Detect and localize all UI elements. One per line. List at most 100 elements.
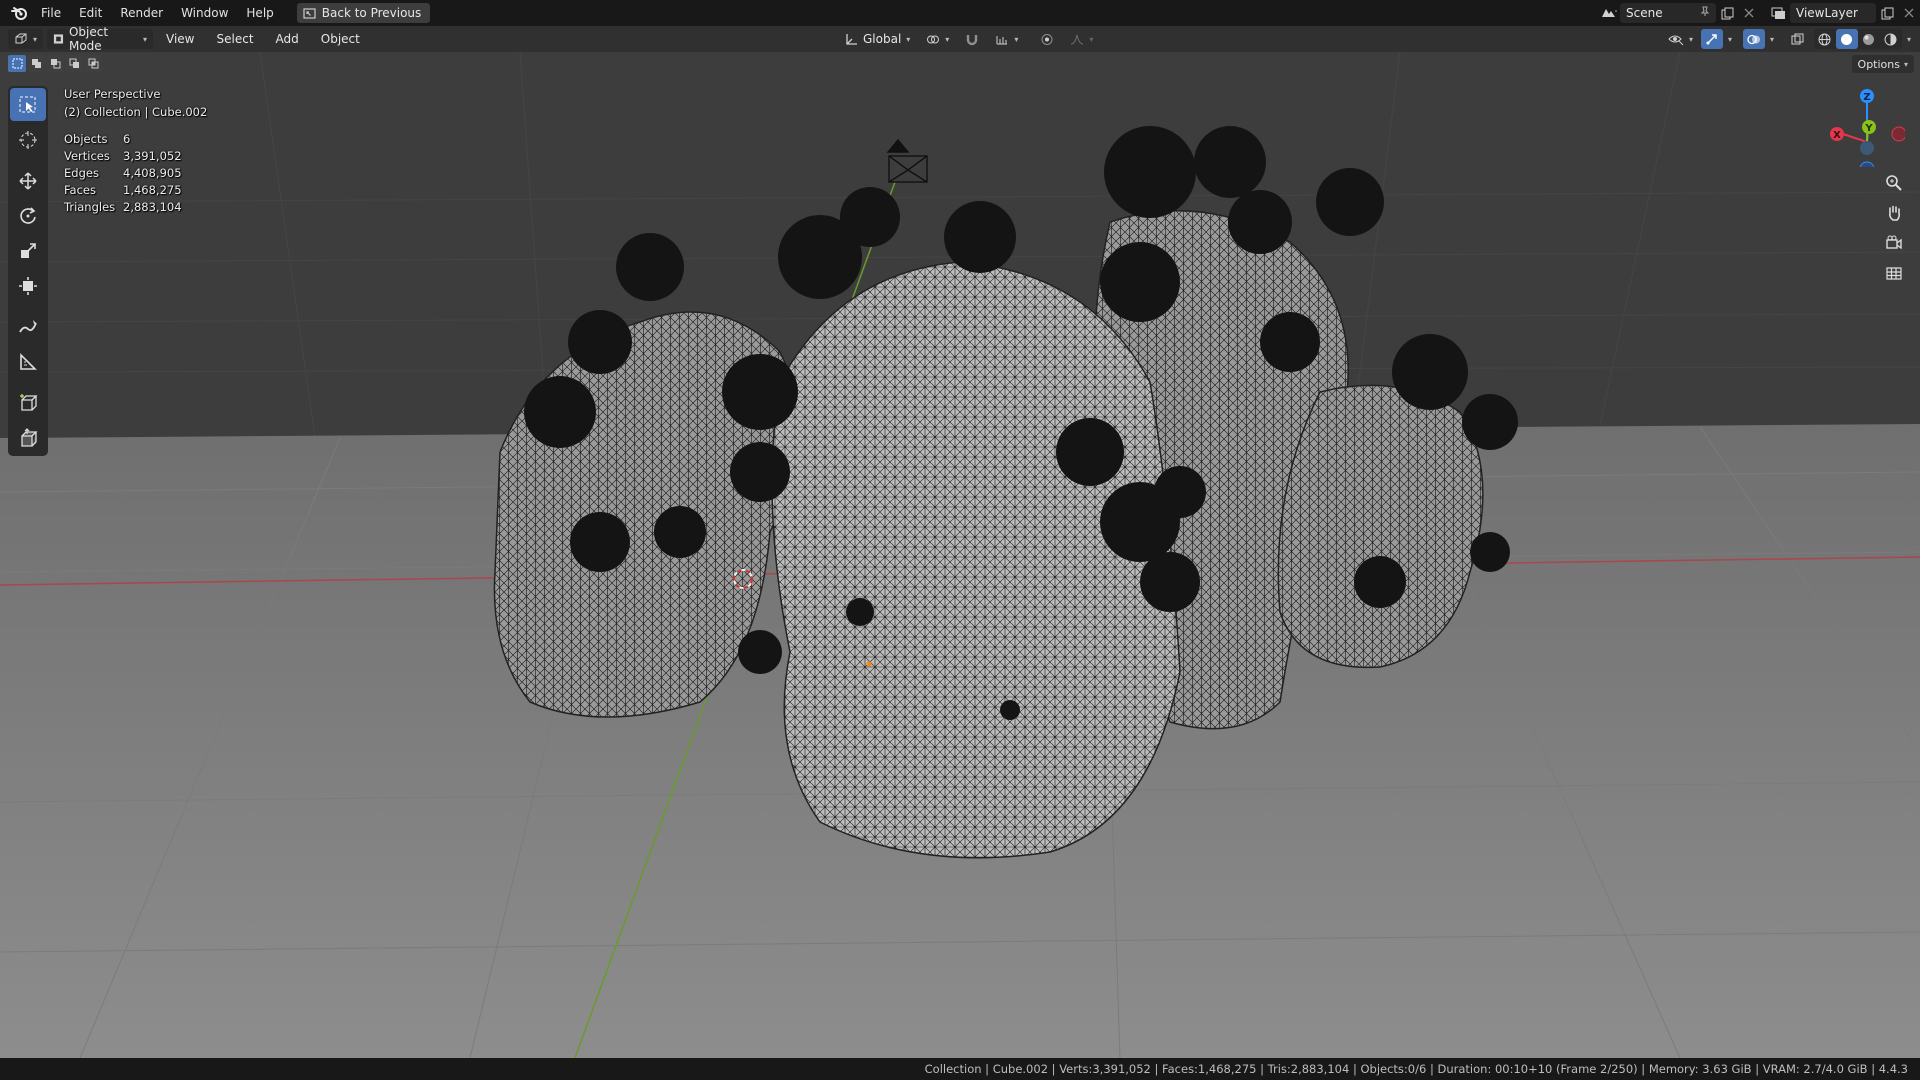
select-invert-icon[interactable] — [65, 55, 83, 72]
cursor-tool-icon[interactable] — [10, 123, 46, 156]
viewport-info-overlay: User Perspective (2) Collection | Cube.0… — [64, 85, 207, 216]
orthographic-toggle-icon[interactable] — [1880, 259, 1908, 287]
overlays-toggle[interactable] — [1742, 29, 1765, 49]
menu-help[interactable]: Help — [237, 2, 282, 24]
scale-tool-icon[interactable] — [10, 234, 46, 267]
top-menu-bar: File Edit Render Window Help Back to Pre… — [0, 0, 1920, 26]
falloff-curve-icon — [1071, 34, 1084, 44]
object-mode-icon — [53, 34, 64, 44]
active-object-label: (2) Collection | Cube.002 — [64, 105, 208, 119]
add-cube-tool-icon[interactable] — [10, 386, 46, 419]
gizmo-z-label: Z — [1863, 92, 1870, 103]
options-label: Options — [1857, 57, 1900, 71]
transform-orientation-dropdown[interactable]: Global ▾ — [838, 29, 916, 49]
snap-toggle[interactable] — [959, 29, 985, 49]
annotate-tool-icon[interactable] — [10, 310, 46, 343]
eye-selectable-icon — [1668, 35, 1684, 45]
navigation-gizmo[interactable]: Z X Y — [1825, 82, 1905, 167]
transform-orientation-label: Global — [863, 32, 902, 46]
viewport-display-controls: ▾ ▾ ▾ ▾ — [1662, 29, 1914, 49]
snap-target-dropdown[interactable]: ▾ — [989, 29, 1024, 49]
select-box-tool-icon[interactable] — [10, 88, 46, 121]
gizmo-x-label: X — [1833, 130, 1841, 141]
pivot-point-icon — [927, 35, 940, 43]
delete-scene-icon[interactable] — [1738, 3, 1760, 23]
viewlayer-name: ViewLayer — [1796, 6, 1858, 20]
material-preview-shading-icon[interactable] — [1858, 29, 1880, 49]
select-intersect-icon[interactable] — [84, 55, 102, 72]
shading-dropdown[interactable]: ▾ — [1904, 29, 1914, 49]
status-bar-text: Collection | Cube.002 | Verts:3,391,052 … — [924, 1062, 1908, 1076]
solid-shading-icon[interactable] — [1835, 29, 1858, 49]
scene-name: Scene — [1626, 6, 1663, 20]
viewlayer-name-field[interactable]: ViewLayer — [1790, 3, 1876, 23]
select-subtract-icon[interactable] — [46, 55, 64, 72]
tool-shelf — [8, 86, 48, 456]
main-menu: File Edit Render Window Help Back to Pre… — [6, 0, 431, 26]
status-bar: Collection | Cube.002 | Verts:3,391,052 … — [0, 1058, 1920, 1080]
new-scene-icon[interactable] — [1716, 3, 1738, 23]
proportional-editing-toggle[interactable] — [1034, 29, 1060, 49]
gizmo-y-label: Y — [1864, 123, 1873, 134]
delete-viewlayer-icon[interactable] — [1898, 3, 1920, 23]
wireframe-shading-icon[interactable] — [1814, 29, 1836, 49]
object-mode-dropdown[interactable]: Object Mode ▾ — [47, 25, 154, 53]
rendered-shading-icon[interactable] — [1880, 29, 1902, 49]
header-menu-select[interactable]: Select — [208, 29, 263, 49]
select-new-icon[interactable] — [8, 55, 26, 72]
menu-file[interactable]: File — [32, 2, 70, 24]
gizmo-dropdown[interactable]: ▾ — [1725, 29, 1735, 49]
object-origin — [866, 661, 872, 667]
overlays-icon — [1747, 34, 1760, 44]
scene-browse-icon[interactable] — [1598, 3, 1620, 23]
shading-mode-group — [1813, 29, 1902, 49]
extrude-tool-icon[interactable] — [10, 421, 46, 454]
overlays-dropdown[interactable]: ▾ — [1767, 29, 1777, 49]
header-menu-view[interactable]: View — [157, 29, 203, 49]
fullscreen-back-icon — [303, 7, 316, 19]
object-visibility-dropdown[interactable]: ▾ — [1662, 29, 1699, 49]
header-left: ▾ Object Mode ▾ View Select Add Object — [8, 25, 369, 53]
camera-view-icon[interactable] — [1880, 229, 1908, 257]
viewport-header: ▾ Object Mode ▾ View Select Add Object G… — [0, 25, 1920, 53]
proportional-falloff-dropdown[interactable]: ▾ — [1064, 29, 1099, 49]
blender-logo-icon[interactable] — [6, 0, 32, 26]
workspace-selectors: Scene ViewLayer — [1598, 0, 1920, 26]
stat-vertices: Vertices 3,391,052 — [64, 149, 182, 163]
stat-triangles: Triangles 2,883,104 — [64, 200, 182, 214]
xray-toggle[interactable] — [1787, 29, 1808, 49]
transform-tool-icon[interactable] — [10, 269, 46, 302]
pivot-point-dropdown[interactable]: ▾ — [920, 29, 955, 49]
view-perspective-label: User Perspective — [64, 87, 161, 101]
back-to-previous-button[interactable]: Back to Previous — [296, 3, 431, 23]
new-viewlayer-icon[interactable] — [1876, 3, 1898, 23]
scene-render — [0, 52, 1920, 1058]
pin-icon[interactable] — [1700, 6, 1710, 20]
navigation-tools — [1880, 169, 1908, 287]
viewlayer-browse-icon[interactable] — [1768, 3, 1790, 23]
editor-type-dropdown[interactable]: ▾ — [8, 29, 44, 49]
rotate-tool-icon[interactable] — [10, 199, 46, 232]
header-menu-add[interactable]: Add — [267, 29, 308, 49]
object-mode-label: Object Mode — [68, 25, 109, 53]
select-extend-icon[interactable] — [27, 55, 45, 72]
header-menu-object[interactable]: Object — [312, 29, 369, 49]
move-tool-icon[interactable] — [10, 164, 46, 197]
transform-controls: Global ▾ ▾ ▾ ▾ — [838, 29, 1099, 49]
stat-objects: Objects 6 — [64, 132, 131, 146]
zoom-icon[interactable] — [1880, 169, 1908, 197]
magnet-icon — [967, 34, 978, 45]
proportional-editing-icon — [1041, 33, 1053, 45]
selection-mode-buttons — [8, 55, 102, 72]
menu-window[interactable]: Window — [172, 2, 237, 24]
gizmo-icon — [1706, 33, 1717, 44]
gizmo-toggle[interactable] — [1700, 29, 1723, 49]
measure-tool-icon[interactable] — [10, 345, 46, 378]
stat-edges: Edges 4,408,905 — [64, 166, 182, 180]
menu-edit[interactable]: Edit — [70, 2, 111, 24]
3d-viewport[interactable]: Options ▾ User Perspective (2) Collectio… — [0, 52, 1920, 1058]
menu-render[interactable]: Render — [111, 2, 172, 24]
options-dropdown[interactable]: Options ▾ — [1851, 55, 1914, 73]
pan-hand-icon[interactable] — [1880, 199, 1908, 227]
scene-name-field[interactable]: Scene — [1620, 3, 1716, 23]
